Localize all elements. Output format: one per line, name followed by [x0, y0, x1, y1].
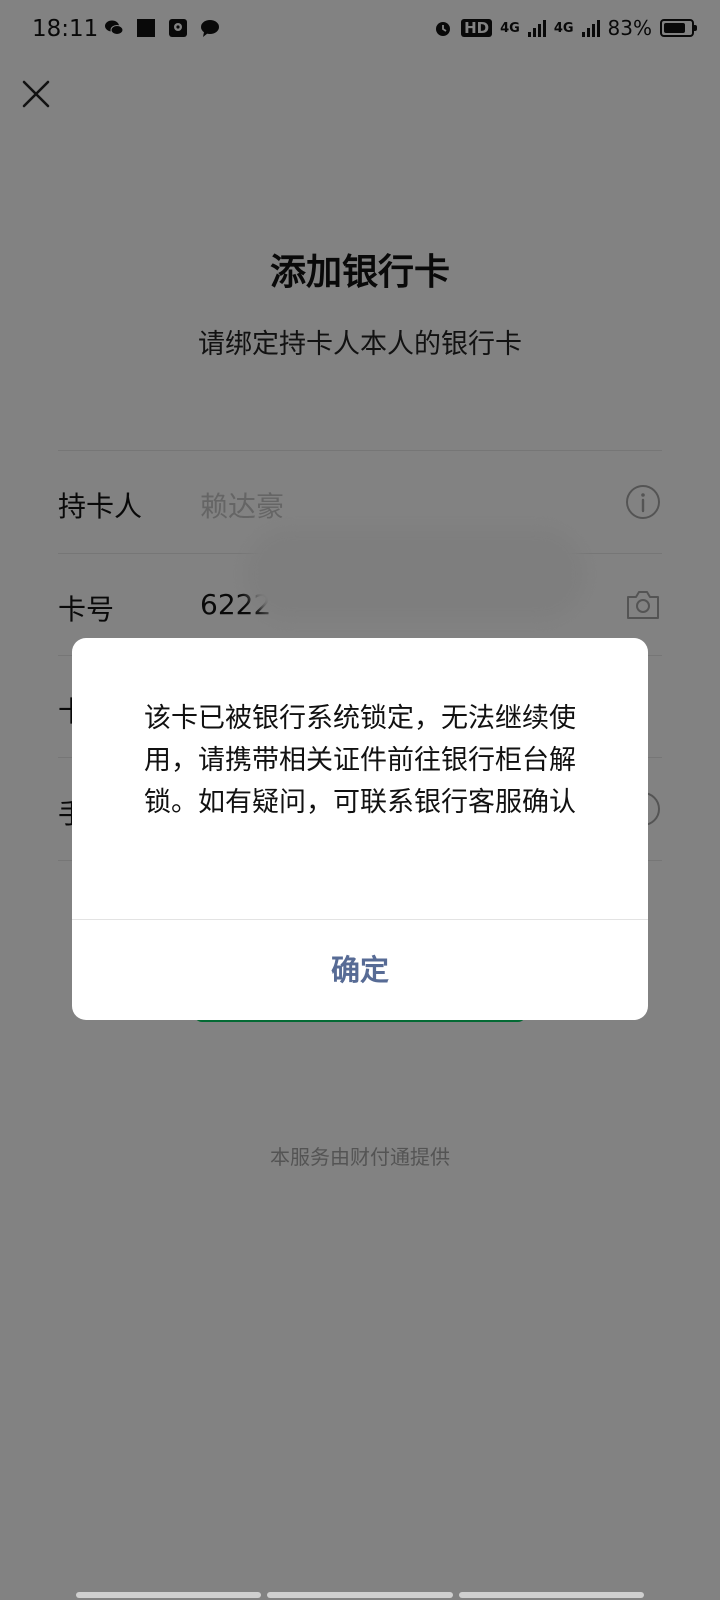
nav-segment: [267, 1592, 453, 1598]
alert-dialog: 该卡已被银行系统锁定，无法继续使用，请携带相关证件前往银行柜台解锁。如有疑问，可…: [72, 638, 648, 1020]
gesture-nav-bar[interactable]: [76, 1592, 644, 1598]
nav-segment: [458, 1592, 644, 1598]
dialog-message: 该卡已被银行系统锁定，无法继续使用，请携带相关证件前往银行柜台解锁。如有疑问，可…: [144, 703, 576, 818]
nav-segment: [76, 1592, 262, 1598]
confirm-button[interactable]: 确定: [72, 920, 648, 1020]
